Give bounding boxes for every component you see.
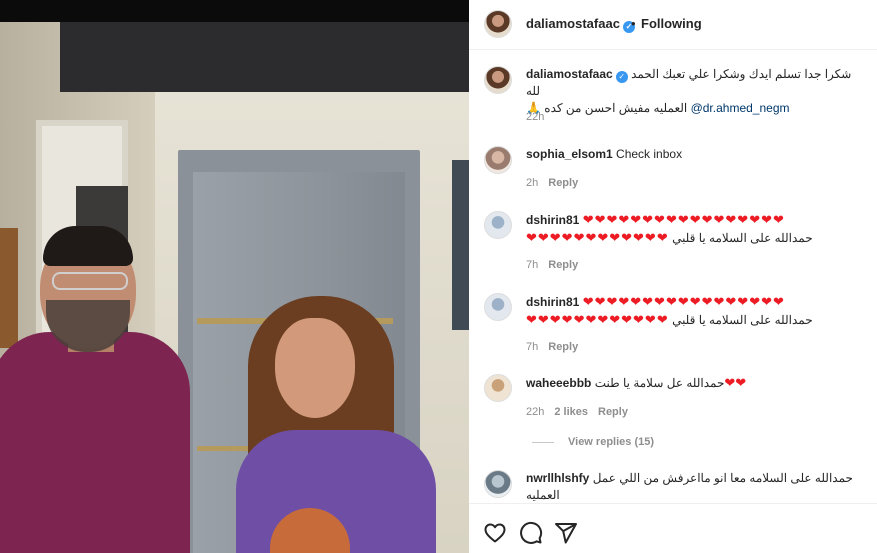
author-username-text[interactable]: daliamostafaac: [526, 16, 620, 31]
comment-text-line2: العمليه: [526, 488, 560, 502]
comment-body: nwrllhlshfy حمدالله على السلامه معا انو …: [526, 470, 866, 503]
photo-wall-frame: [452, 160, 469, 330]
reply-button[interactable]: Reply: [598, 406, 628, 418]
heart-emojis: ❤❤❤❤❤❤❤❤❤❤❤❤❤❤❤❤❤: [582, 212, 785, 227]
comment-username[interactable]: dshirin81: [526, 213, 579, 227]
comment-meta: 7h Reply: [526, 341, 578, 353]
comment-username[interactable]: waheeebbb: [526, 376, 591, 390]
action-bar: [469, 503, 877, 553]
comment-time[interactable]: 22h: [526, 406, 544, 418]
comments-list[interactable]: daliamostafaac ✓ شكرا جدا تسلم ايدك وشكرا…: [469, 51, 877, 503]
following-button[interactable]: Following: [641, 16, 702, 31]
view-replies-label[interactable]: View replies (15): [568, 436, 654, 448]
photo-top-band: [0, 0, 469, 22]
comment-text-line2: العمليه مفيش احسن من كده 🙏: [526, 101, 688, 115]
comment-meta: 2h Reply: [526, 177, 578, 189]
heart-emojis: ❤❤❤❤❤❤❤❤❤❤❤❤❤❤❤❤❤: [582, 294, 785, 309]
photo-man-scrubs: [0, 332, 190, 553]
post-header: daliamostafaac ✓ • Following: [469, 0, 877, 50]
comment-time[interactable]: 7h: [526, 341, 538, 353]
heart-icon[interactable]: [483, 521, 507, 545]
comment-body: dshirin81 ❤❤❤❤❤❤❤❤❤❤❤❤❤❤❤❤❤ ❤❤❤❤❤❤❤❤❤❤❤❤…: [526, 293, 866, 329]
commenter-avatar[interactable]: [484, 470, 512, 498]
comment-meta: 22h: [526, 111, 544, 123]
comment-text: حمدالله عل سلامة يا طنت: [594, 376, 725, 390]
header-separator: •: [631, 16, 636, 31]
comment-text: حمدالله على السلامه يا قلبي: [672, 313, 813, 327]
reply-button[interactable]: Reply: [548, 177, 578, 189]
commenter-avatar[interactable]: [484, 293, 512, 321]
comment-username[interactable]: dshirin81: [526, 295, 579, 309]
comment-text: حمدالله على السلامه يا قلبي: [672, 231, 813, 245]
comment-time[interactable]: 7h: [526, 259, 538, 271]
post-side-panel: daliamostafaac ✓ • Following daliamostafa…: [469, 0, 877, 553]
comment-body: waheeebbb حمدالله عل سلامة يا طنت❤❤: [526, 374, 866, 392]
photo-man-glasses: [52, 272, 128, 290]
comment-icon[interactable]: [519, 521, 543, 545]
author-avatar[interactable]: [484, 10, 512, 38]
comment-body: sophia_elsom1 Check inbox: [526, 146, 866, 163]
comment-text: Check inbox: [616, 147, 683, 161]
post-photo[interactable]: [0, 0, 469, 553]
view-replies-button[interactable]: View replies (15): [532, 436, 654, 448]
heart-emojis: ❤❤❤❤❤❤❤❤❤❤❤❤: [526, 312, 669, 327]
comment-time[interactable]: 2h: [526, 177, 538, 189]
likes-count[interactable]: 2 likes: [554, 406, 588, 418]
photo-shelf: [0, 228, 18, 348]
heart-emojis: ❤❤❤❤❤❤❤❤❤❤❤❤: [526, 230, 669, 245]
share-icon[interactable]: [554, 521, 578, 545]
commenter-avatar[interactable]: [484, 374, 512, 402]
verified-badge-icon: ✓: [615, 71, 628, 83]
comment-mention[interactable]: @dr.ahmed_negm: [691, 101, 790, 115]
commenter-avatar[interactable]: [484, 146, 512, 174]
commenter-avatar[interactable]: [484, 66, 512, 94]
photo-woman-face: [275, 318, 355, 418]
comment-body: daliamostafaac ✓ شكرا جدا تسلم ايدك وشكرا…: [526, 66, 866, 117]
comment-body: dshirin81 ❤❤❤❤❤❤❤❤❤❤❤❤❤❤❤❤❤ ❤❤❤❤❤❤❤❤❤❤❤❤…: [526, 211, 866, 247]
comment-time[interactable]: 22h: [526, 111, 544, 123]
photo-ceiling: [60, 22, 469, 92]
heart-emojis: ❤❤: [724, 375, 747, 390]
comment-username[interactable]: daliamostafaac: [526, 67, 613, 81]
comment-username[interactable]: sophia_elsom1: [526, 147, 613, 161]
photo-man-hair: [43, 226, 133, 266]
comment-username[interactable]: nwrllhlshfy: [526, 471, 589, 485]
comment-meta: 7h Reply: [526, 259, 578, 271]
author-username[interactable]: daliamostafaac ✓: [526, 16, 635, 33]
view-replies-line: [532, 441, 554, 443]
comment-meta: 22h 2 likes Reply: [526, 406, 628, 418]
reply-button[interactable]: Reply: [548, 341, 578, 353]
commenter-avatar[interactable]: [484, 211, 512, 239]
reply-button[interactable]: Reply: [548, 259, 578, 271]
comment-text: حمدالله على السلامه معا انو مااعرفش من ا…: [592, 471, 853, 485]
